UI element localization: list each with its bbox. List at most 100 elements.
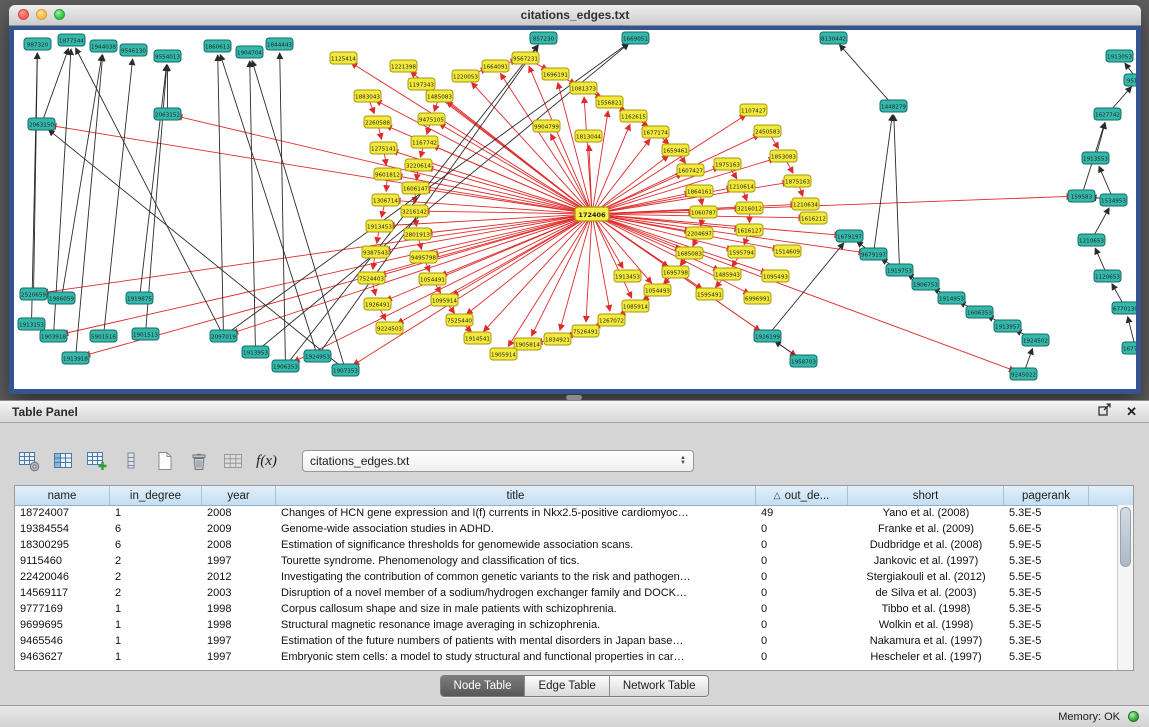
graph-edge[interactable] — [840, 45, 891, 103]
graph-node-label: 1913918 — [63, 356, 88, 362]
graph-node-label: 1677013 — [1123, 346, 1136, 352]
graph-edge[interactable] — [1097, 123, 1106, 154]
table-row[interactable]: 1830029562008Estimation of significance … — [15, 537, 1118, 553]
graph-edge[interactable] — [1099, 166, 1112, 196]
show-column-icon[interactable] — [50, 448, 75, 474]
cell-pagerank: 5.3E-5 — [1004, 651, 1089, 663]
table-selector-dropdown[interactable]: citations_edges.txt ▲▼ — [302, 450, 694, 472]
graph-edge[interactable] — [1025, 349, 1033, 371]
graph-node-label: 1883043 — [355, 94, 380, 100]
column-header-title[interactable]: title — [276, 486, 756, 505]
new-document-icon[interactable] — [152, 448, 177, 474]
create-column-icon[interactable] — [84, 448, 109, 474]
panel-title: Table Panel — [12, 405, 78, 419]
table-row[interactable]: 1938455462009Genome-wide association stu… — [15, 521, 1118, 537]
graph-node-label: 2520659 — [21, 292, 46, 298]
window-titlebar[interactable]: citations_edges.txt — [9, 5, 1141, 26]
table-row[interactable]: 969969511998Structural magnetic resonanc… — [15, 617, 1118, 633]
cell-name: 9115460 — [15, 555, 110, 567]
tab-node-table[interactable]: Node Table — [441, 676, 526, 696]
graph-edge[interactable] — [484, 217, 590, 332]
graph-node-label: 9387543 — [363, 250, 388, 256]
table-row[interactable]: 911546021997Tourette syndrome. Phenomeno… — [15, 553, 1118, 569]
cell-short: de Silva et al. (2003) — [848, 587, 1004, 599]
status-bar: Memory: OK — [0, 705, 1149, 727]
column-header-short[interactable]: short — [848, 486, 1004, 505]
zoom-window-button[interactable] — [54, 9, 65, 20]
column-header-pagerank[interactable]: pagerank — [1004, 486, 1089, 505]
cell-name: 9777169 — [15, 603, 110, 615]
graph-edge[interactable] — [432, 215, 588, 255]
graph-edge[interactable] — [76, 55, 103, 354]
cell-pagerank: 5.3E-5 — [1004, 555, 1089, 567]
table-row[interactable]: 977716911998Corpus callosum shape and si… — [15, 601, 1118, 617]
graph-edge[interactable] — [1095, 248, 1106, 272]
graph-node-label: 9475105 — [419, 117, 444, 123]
graph-edge[interactable] — [252, 61, 344, 367]
column-header-out_degree[interactable]: △out_de... — [756, 486, 848, 505]
tab-network-table[interactable]: Network Table — [610, 676, 709, 696]
graph-edge[interactable] — [467, 217, 589, 315]
float-panel-icon[interactable] — [1098, 403, 1112, 421]
graph-edge[interactable] — [34, 53, 38, 290]
graph-node-label: 1125414 — [331, 56, 356, 62]
graph-edge[interactable] — [376, 100, 589, 212]
graph-node-label: 1924953 — [305, 354, 330, 360]
vertical-scrollbar[interactable] — [1117, 505, 1133, 670]
desktop: citations_edges.txt 17240614850839475105… — [0, 0, 1149, 727]
graph-edge[interactable] — [43, 49, 69, 121]
graph-node-label: 8130442 — [821, 36, 846, 42]
column-header-in_degree[interactable]: in_degree — [110, 486, 202, 505]
graph-edge[interactable] — [250, 61, 256, 348]
delete-column-icon[interactable] — [118, 448, 143, 474]
graph-edge[interactable] — [874, 115, 892, 250]
close-window-button[interactable] — [18, 9, 29, 20]
graph-edge[interactable] — [894, 115, 900, 266]
graph-node-label: 1210653 — [1079, 238, 1104, 244]
table-panel-header: Table Panel ✕ — [0, 401, 1149, 423]
table-header-row: namein_degreeyeartitle△out_de...shortpag… — [15, 486, 1133, 506]
graph-edge[interactable] — [42, 215, 588, 293]
column-header-year[interactable]: year — [202, 486, 276, 505]
cell-year: 1997 — [202, 555, 276, 567]
close-panel-icon[interactable]: ✕ — [1126, 405, 1137, 418]
graph-edge[interactable] — [146, 65, 167, 330]
graph-edge[interactable] — [1093, 208, 1109, 237]
graph-node-label: 1060787 — [691, 210, 716, 216]
import-table-icon[interactable] — [220, 448, 245, 474]
network-canvas[interactable]: 1724061485083947510511677423220614160614… — [14, 30, 1136, 389]
graph-node-label: 987320 — [27, 42, 49, 48]
cell-title: Genome-wide association studies in ADHD. — [276, 523, 756, 535]
graph-node-label: 9224503 — [377, 326, 402, 332]
graph-edge[interactable] — [104, 59, 133, 332]
graph-edge[interactable] — [1128, 317, 1135, 344]
graph-edge[interactable] — [594, 218, 632, 298]
table-row[interactable]: 2242004622012Investigating the contribut… — [15, 569, 1118, 585]
table-row[interactable]: 946362711997Embryonic stem cells: a mode… — [15, 649, 1118, 665]
column-header-name[interactable]: name — [15, 486, 110, 505]
minimize-window-button[interactable] — [36, 9, 47, 20]
function-builder-icon[interactable]: f(x) — [254, 448, 279, 474]
cell-short: Nakamura et al. (1997) — [848, 635, 1004, 647]
graph-edge[interactable] — [280, 53, 286, 362]
graph-node-label: 1696191 — [543, 72, 568, 78]
tab-edge-table[interactable]: Edge Table — [525, 676, 609, 696]
graph-node-label: 1275141 — [371, 146, 396, 152]
cell-name: 19384554 — [15, 523, 110, 535]
table-row[interactable]: 946554611997Estimation of the future num… — [15, 633, 1118, 649]
graph-edge[interactable] — [584, 97, 592, 210]
graph-edge[interactable] — [140, 65, 167, 294]
table-mode-icon[interactable] — [16, 448, 41, 474]
memory-status-icon — [1128, 711, 1139, 722]
graph-edge[interactable] — [472, 83, 590, 212]
graph-edge[interactable] — [1110, 87, 1131, 111]
graph-edge[interactable] — [596, 196, 1073, 214]
cell-title: Tourette syndrome. Phenomenology and cla… — [276, 555, 756, 567]
graph-edge[interactable] — [1112, 284, 1124, 305]
delete-table-icon[interactable] — [186, 448, 211, 474]
graph-edge[interactable] — [596, 216, 720, 271]
scrollbar-thumb[interactable] — [1120, 507, 1131, 567]
graph-edge[interactable] — [218, 55, 224, 332]
table-row[interactable]: 1872400712008Changes of HCN gene express… — [15, 505, 1118, 521]
table-row[interactable]: 1456911722003Disruption of a novel membe… — [15, 585, 1118, 601]
